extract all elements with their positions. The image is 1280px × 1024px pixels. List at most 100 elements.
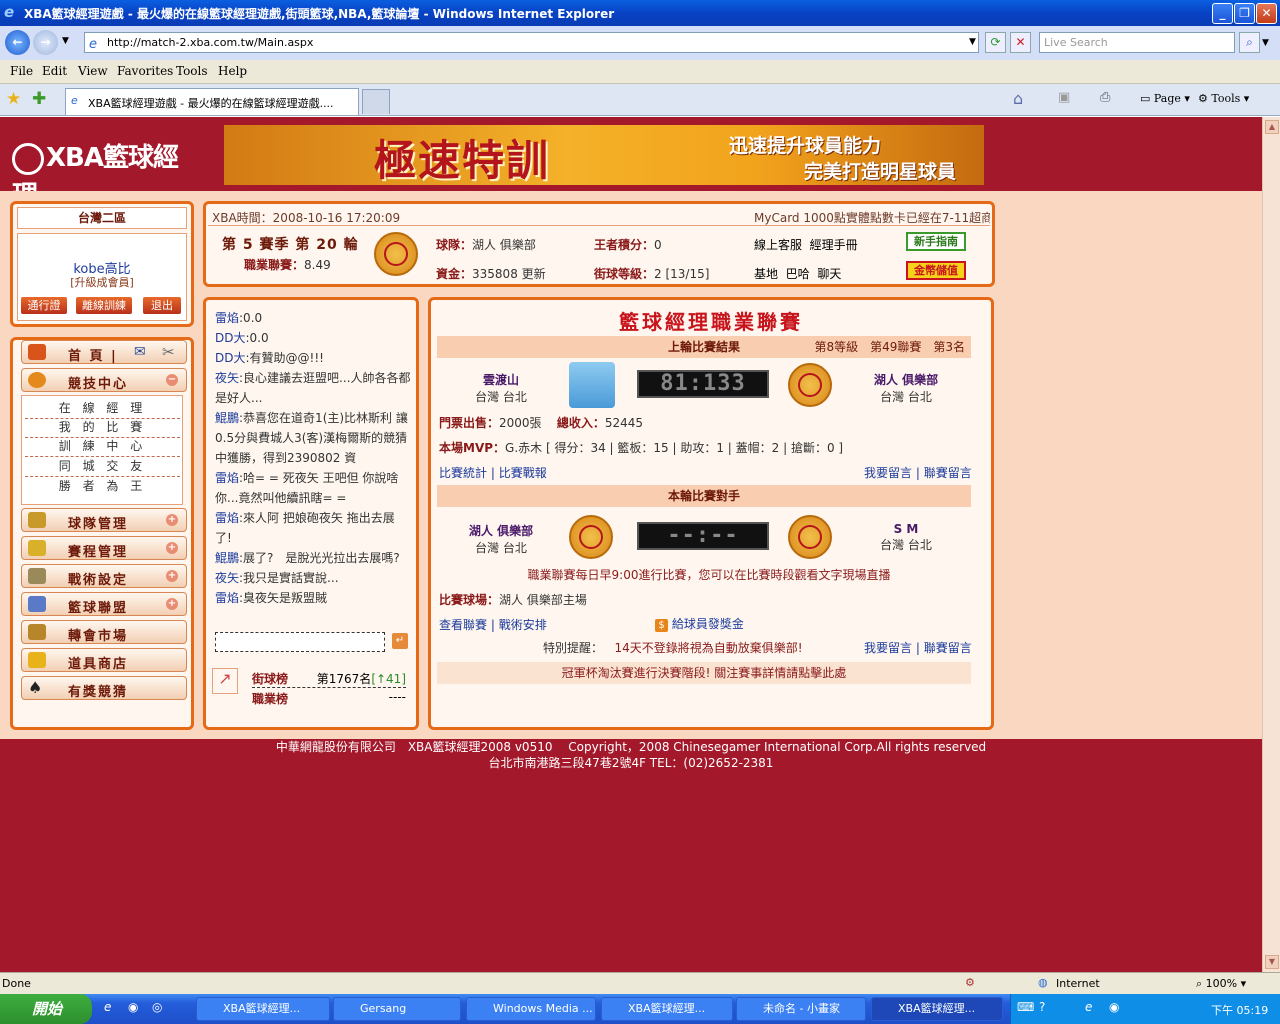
search-options-icon[interactable]: ▼ [1262,38,1269,48]
refresh-icon[interactable]: ⟳ [985,32,1006,53]
chat-author[interactable]: 雷焰 [215,591,239,605]
pass-button[interactable]: 通行證 [20,296,68,315]
news-marquee[interactable]: MyCard 1000點實體點數卡已經在7-11超商 [754,209,990,226]
menu-favorites[interactable]: Favorites [117,64,173,78]
minimize-button[interactable]: _ [1212,3,1233,24]
task-windows-media[interactable]: Windows Media ... [466,997,596,1021]
chat-input[interactable] [215,632,385,652]
menu-help[interactable]: Help [218,64,247,78]
keyboard-icon[interactable]: ⌨ [1017,1000,1034,1014]
send-icon[interactable]: ↵ [392,633,408,649]
nav-home[interactable]: 首 頁 | ✉ ✂ [21,340,187,364]
nav-league[interactable]: 籃球聯盟 + [21,592,187,616]
url-dropdown-icon[interactable]: ▼ [962,33,983,54]
league-message-link[interactable]: 聯賽留言 [924,466,972,480]
search-input[interactable]: Live Search [1039,32,1235,53]
task-xba-3[interactable]: XBA籃球經理... [871,997,1003,1021]
logout-button[interactable]: 退出 [142,296,182,315]
next-home-name[interactable]: 湖人 俱樂部 [451,522,551,539]
deposit-button[interactable]: 金幣儲值 [906,261,966,280]
chat-link[interactable]: 聊天 [817,267,841,281]
chat-author[interactable]: 夜矢 [215,371,239,385]
away-team-name[interactable]: 湖人 俱樂部 [851,371,961,388]
chat-author[interactable]: 雷焰 [215,311,239,325]
offline-training-button[interactable]: 離線訓練 [75,296,133,315]
tools-menu[interactable]: ⚙ Tools ▾ [1198,92,1249,105]
sub-local-friends[interactable]: 同 城 交 友 [25,457,180,477]
back-button[interactable]: ← [5,30,30,55]
bonus-link[interactable]: $ 給球員發獎金 [655,615,744,632]
menu-view[interactable]: View [78,64,108,78]
tools-icon[interactable]: ✂ [162,343,175,361]
xba-logo[interactable]: XBA籃球經理 [12,137,202,211]
leave-message-link-2[interactable]: 我要留言 [864,641,912,655]
chat-author[interactable]: 雷焰 [215,471,239,485]
chat-author[interactable]: DD大 [215,331,245,345]
cup-notice[interactable]: 冠軍杯淘汰賽進行決賽階段! 關注賽事詳情請點擊此處 [437,662,971,684]
scroll-down-icon[interactable]: ▼ [1265,955,1279,969]
newbie-guide-button[interactable]: 新手指南 [906,232,966,251]
help-icon[interactable]: ? [1039,1000,1045,1014]
vertical-scrollbar[interactable]: ▲ ▼ [1262,117,1280,972]
collapse-icon[interactable]: − [166,374,178,386]
task-paint[interactable]: 未命名 - 小畫家 [736,997,866,1021]
nav-team-manage[interactable]: 球隊管理 + [21,508,187,532]
chat-author[interactable]: 夜矢 [215,571,239,585]
scroll-up-icon[interactable]: ▲ [1265,120,1279,134]
expand-icon[interactable]: + [166,542,178,554]
promo-banner[interactable]: 極速特訓 迅速提升球員能力 完美打造明星球員 [224,125,984,185]
sub-training-center[interactable]: 訓 練 中 心 [25,437,180,457]
tray-ie-icon[interactable]: e [1085,1000,1092,1014]
expand-icon[interactable]: + [166,598,178,610]
zoom-control[interactable]: ⌕ 100% ▾ [1196,977,1246,991]
quicklaunch-media-icon[interactable]: ◎ [152,1000,162,1014]
home-icon[interactable]: ⌂ [1013,89,1023,108]
add-favorite-icon[interactable]: ✚ [32,89,46,109]
forward-button[interactable]: → [33,30,58,55]
update-link[interactable]: 更新 [522,267,546,281]
expand-icon[interactable]: + [166,570,178,582]
search-icon[interactable]: ⌕ [1239,32,1260,53]
print-icon[interactable]: ⎙ [1100,90,1110,105]
feeds-icon[interactable]: ▣ [1058,90,1070,105]
nav-tactics[interactable]: 戰術設定 + [21,564,187,588]
quicklaunch-ie-icon[interactable]: e [104,1000,111,1014]
upgrade-link[interactable]: [升級成會員] [18,274,186,290]
view-league-link[interactable]: 查看聯賽 [439,618,487,632]
match-report-link[interactable]: 比賽戰報 [499,466,547,480]
nav-schedule[interactable]: 賽程管理 + [21,536,187,560]
chat-author[interactable]: 鯤鵬 [215,551,239,565]
bahamut-link[interactable]: 巴哈 [786,267,810,281]
url-field[interactable]: e http://match-2.xba.com.tw/Main.aspx [84,32,979,53]
menu-file[interactable]: File [10,64,33,78]
page-menu[interactable]: ▭ Page ▾ [1140,92,1190,105]
tactics-link[interactable]: 戰術安排 [499,618,547,632]
new-tab-button[interactable] [362,89,390,114]
menu-edit[interactable]: Edit [42,64,67,78]
nav-transfer[interactable]: 轉會市場 [21,620,187,644]
tab-xba[interactable]: e XBA籃球經理遊戲 - 最火爆的在線籃球經理遊戲.... [65,88,359,115]
leave-message-link[interactable]: 我要留言 [864,466,912,480]
security-icon[interactable]: ⚙ [965,976,975,989]
stop-icon[interactable]: ✕ [1010,32,1031,53]
next-away-name[interactable]: S M [851,522,961,536]
service-link[interactable]: 線上客服 [754,238,802,252]
base-link[interactable]: 基地 [754,267,778,281]
menu-tools[interactable]: Tools [176,64,208,78]
start-button[interactable]: 開始 [0,994,92,1024]
task-gersang[interactable]: Gersang [333,997,461,1021]
chat-author[interactable]: DD大 [215,351,245,365]
quicklaunch-app-icon[interactable]: ◉ [128,1000,138,1014]
home-team-name[interactable]: 雲渡山 [451,371,551,388]
chat-author[interactable]: 鯤鵬 [215,411,239,425]
favorites-star-icon[interactable]: ★ [6,89,21,109]
expand-icon[interactable]: + [166,514,178,526]
close-button[interactable]: ✕ [1256,3,1277,24]
sub-my-matches[interactable]: 我 的 比 賽 [25,418,180,438]
sub-online-manager[interactable]: 在 線 經 理 [25,399,180,419]
maximize-button[interactable]: ❐ [1234,3,1255,24]
nav-item-shop[interactable]: 道具商店 [21,648,187,672]
nav-quiz[interactable]: ♠ 有獎競猜 [21,676,187,700]
manual-link[interactable]: 經理手冊 [810,238,858,252]
match-stats-link[interactable]: 比賽統計 [439,466,487,480]
